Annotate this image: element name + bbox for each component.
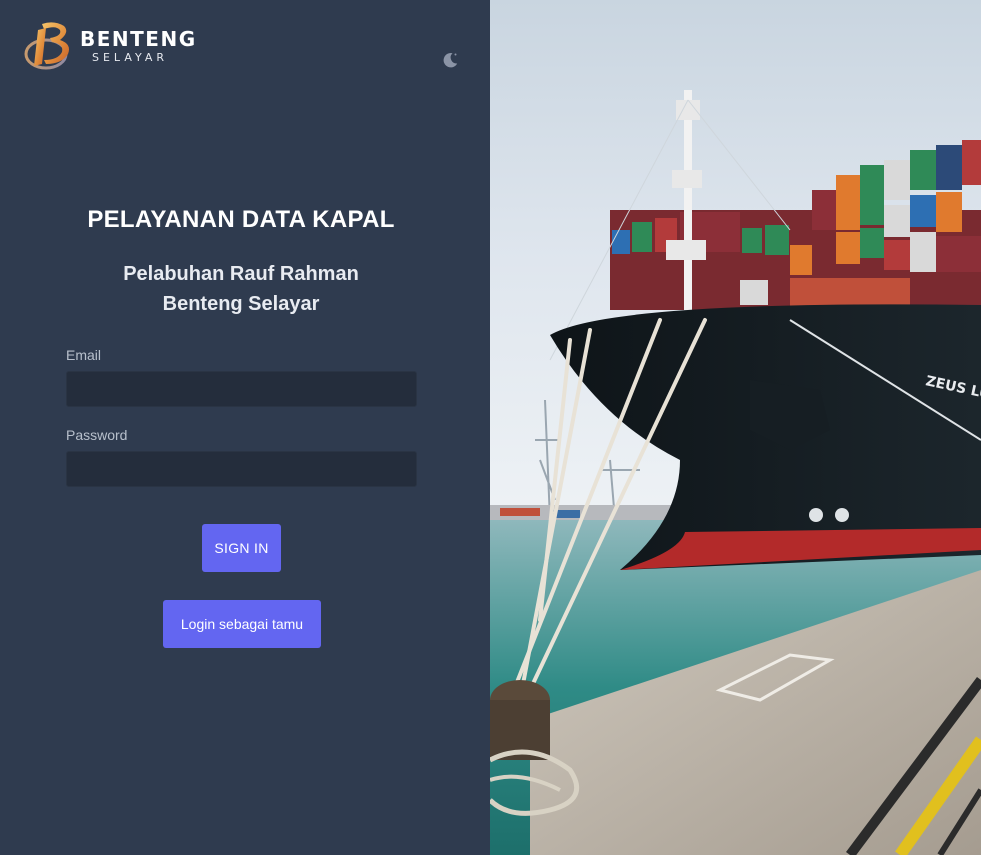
brand-tagline: SELAYAR	[92, 51, 169, 64]
cargo-ship-illustration: ZEUS LU	[490, 0, 981, 855]
page-subtitle-line1: Pelabuhan Rauf Rahman	[123, 263, 359, 285]
guest-login-button[interactable]: Login sebagai tamu	[163, 600, 321, 648]
email-field[interactable]	[66, 371, 417, 407]
brand-logo: BENTENG SELAYAR	[24, 20, 197, 72]
page-subtitle-line2: Benteng Selayar	[162, 293, 320, 315]
page-title: PELAYANAN DATA KAPAL	[87, 206, 395, 233]
logo-mark-icon	[24, 22, 69, 70]
moon-icon[interactable]	[440, 50, 460, 70]
login-panel: BENTENG SELAYAR PELAYANAN DATA KAPAL Pel…	[0, 0, 490, 855]
email-label: Email	[66, 347, 102, 363]
brand-name: BENTENG	[80, 27, 197, 51]
signin-button[interactable]: SIGN IN	[202, 524, 281, 572]
hero-image: ZEUS LU	[490, 0, 981, 855]
password-field[interactable]	[66, 451, 417, 487]
password-label: Password	[66, 427, 128, 443]
